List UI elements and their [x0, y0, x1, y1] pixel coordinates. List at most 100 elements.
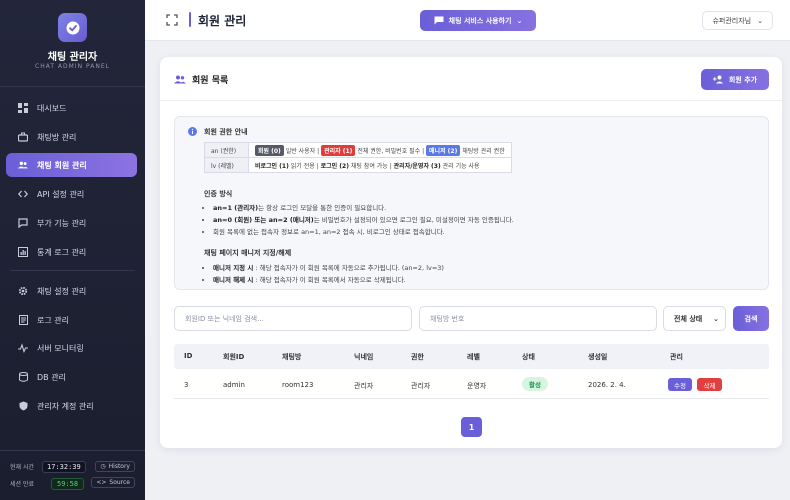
user-menu[interactable]: 슈퍼관리자님 ⌄ [702, 11, 773, 30]
users-icon [174, 75, 186, 84]
bullet-strong: an=1 (관리자) [213, 204, 259, 212]
list-item: an=0 (회원) 또는 an=2 (매니저)는 비밀번호가 설정되어 있으면 … [213, 214, 514, 226]
add-user-icon [712, 75, 723, 84]
sidebar-divider [0, 86, 145, 87]
pulse-icon [18, 343, 28, 353]
sidebar-item-admins[interactable]: 관리자 계정 관리 [6, 394, 137, 418]
users-icon [18, 160, 28, 170]
chevron-down-icon: ⌄ [516, 16, 523, 25]
code-icon [18, 189, 28, 199]
code-icon: <> [96, 479, 107, 486]
lv-row: lv (레벨) 비로그인 (1) 읽기 전용 | 로그인 (2) 채팅 참여 가… [204, 157, 512, 173]
database-icon [18, 372, 28, 382]
current-time-value: 17:32:39 [42, 460, 86, 473]
sidebar-item-label: 통계 로그 관리 [37, 247, 87, 257]
lv-name: 비로그인 (1) [255, 162, 289, 170]
cell-id: 3 [184, 381, 189, 389]
current-time-label: 현재 시간 [10, 464, 34, 471]
sidebar-item-monitoring[interactable]: 서버 모니터링 [6, 336, 137, 360]
sidebar-item-label: 부가 기능 관리 [37, 218, 87, 228]
edit-button[interactable]: 수정 [668, 378, 692, 391]
sidebar-item-chat-settings[interactable]: 채팅 설정 관리 [6, 279, 137, 303]
sidebar-separator [10, 270, 135, 271]
table-row: 3 admin room123 관리자 관리자 운영자 활성 2026. 2. … [174, 369, 769, 399]
app-title: 채팅 관리자 [47, 52, 98, 63]
permission-info-box: 회원 권한 안내 an (권한) 회원 (0) 일반 사용자 | 관리자 (1)… [174, 116, 769, 290]
manager-tag-desc: 채팅방 관리 권한 [462, 147, 505, 155]
add-member-button[interactable]: 회원 추가 [701, 69, 769, 90]
expand-icon[interactable] [166, 14, 178, 26]
column-header: 생성일 [588, 353, 608, 361]
use-chat-service-label: 채팅 서비스 사용하기 [448, 16, 512, 25]
document-icon [18, 315, 28, 325]
sidebar-item-db[interactable]: DB 관리 [6, 365, 137, 389]
briefcase-icon [18, 132, 28, 142]
sidebar: 채팅 관리자 CHAT ADMIN PANEL 대시보드 채팅방 관리 채팅 회… [0, 0, 145, 500]
sidebar-item-label: 채팅방 관리 [37, 132, 77, 142]
sidebar-footer: 현재 시간 17:32:39 ◷ History 세션 만료 59:58 <> So… [0, 450, 145, 500]
sidebar-item-label: 채팅 설정 관리 [37, 286, 87, 296]
history-button[interactable]: ◷ History [95, 461, 135, 472]
sidebar-item-label: 채팅 회원 관리 [37, 160, 87, 170]
list-item: 회원 목록에 없는 접속자 정보로 an=1, an=2 접속 시, 비로그인 … [213, 226, 514, 238]
dashboard-icon [18, 103, 28, 113]
column-header: 상태 [522, 353, 535, 361]
card-title: 회원 목록 [174, 73, 228, 86]
status-select-value: 전체 상태 [674, 314, 703, 323]
session-label: 세션 만료 [10, 481, 34, 488]
sidebar-item-api[interactable]: API 설정 관리 [6, 182, 137, 206]
bullet-strong: 매니저 해제 시 [213, 276, 254, 284]
chevron-down-icon: ⌄ [713, 314, 719, 323]
page-button[interactable]: 1 [461, 417, 482, 437]
cell-nickname: 관리자 [354, 382, 374, 390]
list-item: 매니저 해제 시 : 해당 접속자가 이 회원 목록에서 자동으로 삭제됩니다. [213, 274, 444, 286]
an-values: 회원 (0) 일반 사용자 | 관리자 (1) 전체 권한, 비밀번호 필수 |… [248, 142, 512, 158]
shield-icon [18, 401, 28, 411]
delete-button[interactable]: 삭제 [697, 378, 722, 391]
cell-room: room123 [282, 381, 314, 389]
session-row: 세션 만료 59:58 [10, 477, 85, 490]
lv-name: 관리자/운영자 (3) [393, 162, 441, 170]
manager-assign-title: 채팅 페이지 매니저 지정/해제 [204, 249, 292, 257]
sidebar-item-members[interactable]: 채팅 회원 관리 [6, 153, 137, 177]
status-select[interactable]: 전체 상태 ⌄ [663, 306, 726, 331]
lv-desc: 채팅 참여 가능 [350, 162, 388, 170]
gear-icon [18, 286, 28, 296]
an-key: an (권한) [204, 142, 249, 158]
info-title: 회원 권한 안내 [204, 128, 248, 136]
sidebar-item-rooms[interactable]: 채팅방 관리 [6, 125, 137, 149]
chevron-down-icon: ⌄ [757, 16, 763, 25]
lv-name: 로그인 (2) [320, 162, 349, 170]
bullet-strong: an=0 (회원) 또는 an=2 (매니저) [213, 216, 314, 224]
column-header: 관리 [670, 353, 683, 361]
chat-icon [434, 16, 444, 25]
cell-created: 2026. 2. 4. [588, 381, 626, 389]
sidebar-item-addons[interactable]: 부가 기능 관리 [6, 211, 137, 235]
bullet-strong: 매니저 지정 시 [213, 264, 254, 272]
bullet-text: 는 비밀번호가 설정되어 있으면 로그인 필요, 미설정이면 자동 인증됩니다. [313, 216, 514, 224]
member-search-input[interactable]: 회원ID 또는 닉네임 검색... [174, 306, 412, 331]
sidebar-item-dashboard[interactable]: 대시보드 [6, 96, 137, 120]
sidebar-item-stats[interactable]: 통계 로그 관리 [6, 240, 137, 264]
list-item: 매니저 지정 시 : 해당 접속자가 이 회원 목록에 자동으로 추가됩니다. … [213, 262, 444, 274]
sidebar-item-logs[interactable]: 로그 관리 [6, 308, 137, 332]
check-icon [66, 21, 79, 34]
column-header: 권한 [411, 353, 424, 361]
source-button[interactable]: <> Source [91, 477, 135, 488]
lv-desc: 읽기 전용 [290, 162, 315, 170]
sidebar-item-label: 대시보드 [37, 103, 67, 113]
card-title-label: 회원 목록 [192, 76, 229, 86]
use-chat-service-button[interactable]: 채팅 서비스 사용하기 ⌄ [420, 10, 536, 31]
sidebar-item-label: 서버 모니터링 [37, 343, 84, 353]
member-tag-desc: 일반 사용자 [285, 147, 316, 155]
room-number-input[interactable]: 채팅방 번호 [419, 306, 657, 331]
cell-level: 운영자 [467, 382, 487, 390]
auth-method-title: 인증 방식 [204, 190, 233, 198]
member-list-card: 회원 목록 회원 추가 회원 권한 안내 an (권한) 회원 (0) 일반 사… [160, 57, 782, 448]
bullet-text: 회원 목록에 없는 접속자 정보로 an=1, an=2 접속 시, 비로그인 … [213, 228, 445, 236]
app-logo [58, 13, 87, 42]
sidebar-item-label: 로그 관리 [37, 315, 69, 325]
search-button[interactable]: 검색 [733, 306, 769, 331]
card-header: 회원 목록 회원 추가 [160, 57, 782, 101]
column-header: ID [184, 352, 193, 360]
